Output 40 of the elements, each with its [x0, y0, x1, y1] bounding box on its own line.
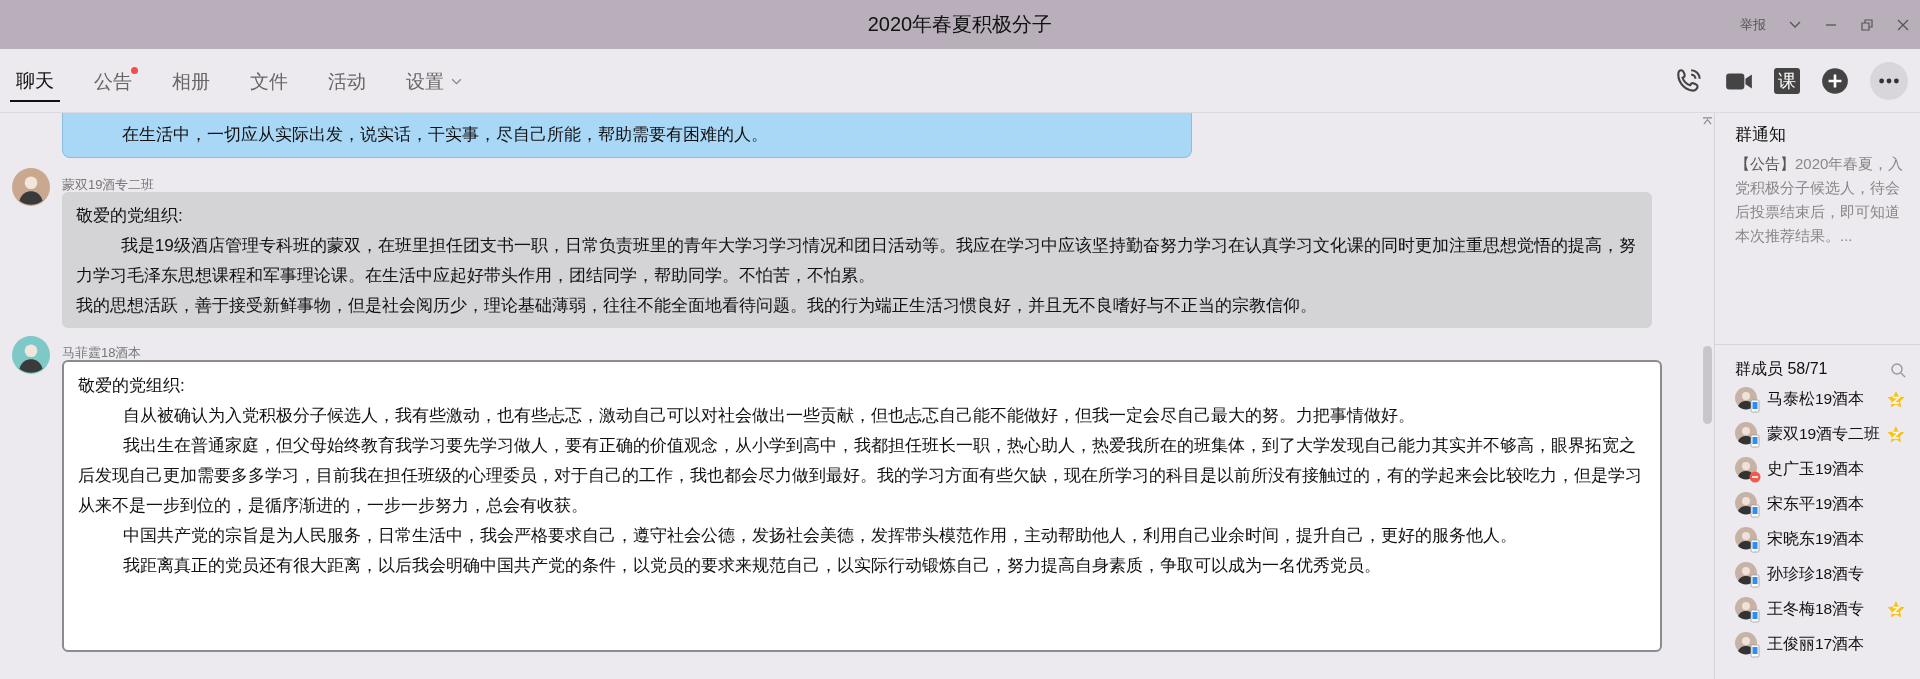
avatar-icon[interactable] — [12, 168, 50, 206]
message-text: 自从被确认为入党积极分子候选人，我有些激动，也有些忐忑，激动自己可以对社会做出一些贡献，但也忐忑自己能不能做好，但我一定会尽自己最大的努。力把事情做好。 — [121, 404, 1416, 427]
message-text: 我是19级酒店管理专科班的蒙双，在班里担任团支书一职，日常负责班里的青年大学习学习情况和团日活动等。我应在学习中应该坚持勤奋努力学习在认真学习文化课的同时更加注重思想觉悟的提高，努力学习毛泽东思想课程和军事理论课。在生活中应起好带头作用，团结同学，帮助同学。不怕苦，不怕累。 — [76, 234, 1637, 287]
sender-name: 蒙双19酒专二班 — [62, 176, 155, 194]
member-item[interactable]: 宋晓东19酒本 — [1735, 522, 1906, 557]
message-text: 我距离真正的党员还有很大距离，以后我会明确中国共产党的条件，以党员的要求来规范自己，以实际行动锻炼自己，努力提高自身素质，争取可以成为一名优秀党员。 — [121, 554, 1382, 577]
message-text: 中国共产党的宗旨是为人民服务，日常生活中，我会严格要求自己，遵守社会公德，发扬社会美德，发挥带头模范作用，主动帮助他人，利用自己业余时间，提升自己，更好的服务他人。 — [121, 524, 1518, 547]
sender-name: 马菲霆18酒本 — [62, 344, 142, 362]
add-icon[interactable] — [1820, 65, 1850, 96]
member-item[interactable]: 蒙双19酒专二班 — [1735, 417, 1906, 452]
member-item[interactable]: 孙珍珍18酒专 — [1735, 557, 1906, 592]
search-icon[interactable] — [1890, 361, 1906, 378]
tab[interactable]: 公告 — [88, 60, 138, 101]
message-text: 我的思想活跃，善于接受新鲜事物，但是社会阅历少，理论基础薄弱，往往不能全面地看待问题。我的行为端正生活习惯良好，并且无不良嗜好与不正当的宗教信仰。 — [76, 294, 1318, 317]
notice-title: 群通知 — [1735, 124, 1787, 146]
avatar-icon[interactable] — [12, 336, 50, 374]
message-text: 在生活中，一切应从实际出发，说实话，干实事，尽自己所能，帮助需要有困难的人。 — [120, 123, 769, 146]
message-text: 敬爱的党组织: — [78, 374, 186, 397]
tab[interactable]: 设置 — [400, 60, 469, 101]
scrollbar-thumb[interactable] — [1702, 346, 1712, 424]
message-text: 我出生在普通家庭，但父母始终教育我学习要先学习做人，要有正确的价值观念，从小学到高中，我都担任班长一职，热心助人，热爱我所在的班集体，到了大学发现自己能力其实并不够高，眼界拓宽之后发现自己更加需要多多学习，目前我在担任班级的心理委员，对于自己的工作，我也都会尽力做到最好。我的学习方面有些欠缺，现在所学习的科目是以前所没有接触过的，有的学起来会比较吃力，但是学习从来不是一步到位的，是循序渐进的，一步一步努力，总会有收获。 — [78, 434, 1643, 517]
tab[interactable]: 聊天 — [10, 59, 60, 102]
member-item[interactable]: 王俊丽17酒本 — [1735, 627, 1906, 662]
more-icon[interactable] — [1870, 61, 1908, 100]
report-link[interactable]: 举报 — [1740, 15, 1766, 34]
lesson-button[interactable]: 课 — [1774, 67, 1800, 94]
collapse-icon[interactable] — [1701, 117, 1713, 126]
window-title: 2020年春夏积极分子 — [867, 12, 1053, 37]
close-icon[interactable] — [1896, 17, 1910, 32]
member-item[interactable]: 马泰松19酒本 — [1735, 382, 1906, 417]
members-title: 群成员 58/71 — [1735, 359, 1828, 379]
notice-text[interactable]: 【公告】2020年春夏，入党积极分子候选人，待会后投票结束后，即可知道本次推荐结果。... — [1735, 152, 1904, 248]
tab[interactable]: 活动 — [322, 60, 372, 101]
tab[interactable]: 相册 — [166, 60, 216, 101]
member-item[interactable]: 王冬梅18酒专 — [1735, 592, 1906, 627]
restore-icon[interactable] — [1860, 17, 1874, 32]
message-text: 敬爱的党组织: — [76, 204, 184, 227]
tab[interactable]: 文件 — [244, 60, 294, 101]
member-item[interactable]: 史广玉19酒本 — [1735, 452, 1906, 487]
member-item[interactable]: 宋东平19酒本 — [1735, 487, 1906, 522]
